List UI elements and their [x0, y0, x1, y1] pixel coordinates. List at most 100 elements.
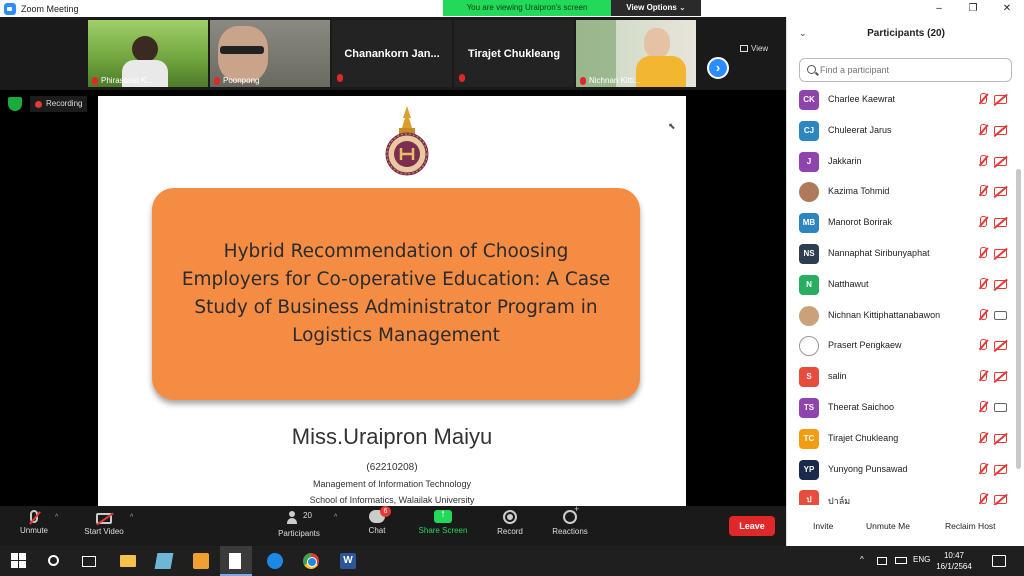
mic-muted-icon [978, 370, 988, 383]
document-app-icon[interactable] [229, 553, 241, 569]
close-button[interactable]: ✕ [990, 0, 1024, 17]
participant-row[interactable]: CJ Chuleerat Jarus [787, 116, 1013, 146]
invite-button[interactable]: Invite [807, 518, 839, 534]
panel-title: Participants (20) [867, 28, 945, 39]
chrome-browser-icon[interactable] [303, 553, 319, 569]
participant-name: Jakkarin [828, 155, 862, 166]
start-menu-icon[interactable] [11, 553, 27, 569]
video-tile[interactable]: Nichnan Kitti... [576, 20, 696, 87]
participant-name: Manorot Borirak [828, 217, 893, 228]
participants-options-caret[interactable]: ^ [334, 514, 337, 521]
cloud-icon[interactable] [877, 557, 887, 565]
chat-badge: 6 [380, 506, 391, 517]
avatar: CK [799, 90, 819, 110]
avatar [799, 305, 819, 326]
video-on-icon [994, 403, 1007, 412]
participant-row[interactable]: Kazima Tohmid [787, 177, 1013, 207]
avatar: S [799, 367, 819, 388]
participants-button[interactable]: 20 Participants [272, 510, 326, 538]
video-tile[interactable]: Phirasoost K... [88, 20, 208, 87]
video-off-icon [994, 249, 1007, 258]
video-off-icon [994, 372, 1007, 382]
notification-icon[interactable] [992, 555, 1006, 567]
panel-scrollbar[interactable] [1016, 169, 1021, 469]
media-player-icon[interactable] [193, 553, 209, 569]
viewing-message: You are viewing Uraipron's screen [443, 0, 611, 16]
leave-button[interactable]: Leave [729, 516, 775, 536]
recording-indicator[interactable]: Recording [30, 96, 88, 112]
mic-muted-icon [978, 339, 988, 352]
participant-name: Kazima Tohmid [828, 186, 890, 197]
avatar: CJ [799, 120, 819, 141]
edge-browser-icon[interactable] [267, 553, 283, 569]
university-seal-icon [385, 106, 429, 176]
video-tile[interactable]: Tirajet Chukleang [454, 20, 574, 87]
participant-row[interactable]: NS Nannaphat Siribunyaphat [787, 239, 1013, 269]
word-app-icon[interactable]: W [340, 553, 356, 569]
tray-expand-icon[interactable]: ^ [860, 555, 864, 564]
glasses [220, 46, 264, 54]
video-tile[interactable]: Chanankorn Jan... [332, 20, 452, 87]
video-off-icon [994, 125, 1007, 135]
search-input[interactable] [820, 62, 1005, 78]
video-tile[interactable]: Poonpong [210, 20, 330, 87]
participant-row[interactable]: YP Yunyong Punsawad [787, 455, 1013, 485]
chat-icon: 6 [369, 506, 391, 523]
shared-screen-slide: ⬉ Hybrid Recommendation of Choosing Empl… [98, 96, 686, 506]
view-button[interactable]: View [740, 44, 768, 53]
unmute-me-button[interactable]: Unmute Me [860, 518, 916, 534]
start-video-button[interactable]: Start Video [78, 510, 130, 536]
system-clock[interactable]: 10:47 16/1/2564 [934, 550, 974, 572]
video-off-icon [994, 279, 1007, 289]
reactions-button[interactable]: Reactions [548, 504, 592, 536]
video-off-icon [994, 341, 1007, 351]
battery-icon[interactable] [895, 557, 907, 564]
video-off-icon [994, 495, 1007, 505]
video-off-icon [994, 156, 1007, 166]
maximize-button[interactable]: ❐ [956, 0, 990, 17]
video-strip: Phirasoost K... Poonpong Chanankorn Jan.… [0, 17, 786, 90]
video-options-caret[interactable]: ^ [130, 514, 133, 521]
mic-muted-icon [459, 74, 465, 82]
participant-search[interactable] [799, 58, 1012, 82]
participant-row[interactable]: TC Tirajet Chukleang [787, 424, 1013, 454]
status-row: Recording [0, 95, 100, 113]
search-icon[interactable] [48, 555, 59, 566]
file-explorer-icon[interactable] [120, 555, 136, 567]
task-view-icon[interactable] [82, 556, 96, 567]
participant-name: Theerat Saichoo [828, 402, 895, 412]
mic-muted-icon [92, 76, 98, 85]
next-page-button[interactable]: › [707, 57, 729, 79]
record-button[interactable]: Record [492, 510, 528, 536]
student-id: (62210208) [366, 462, 418, 473]
participant-face [644, 28, 670, 58]
participants-panel: ⌄ Participants (20) CKCharlee KaewratCJC… [786, 17, 1024, 546]
participant-body [636, 56, 686, 87]
participant-row[interactable]: Nichnan Kittiphattanabawon [787, 301, 1013, 331]
language-indicator[interactable]: ENG [913, 555, 930, 564]
participant-row[interactable]: Prasert Pengkaew [787, 331, 1013, 361]
mic-muted-icon [978, 216, 988, 229]
mouse-cursor-icon: ⬉ [668, 121, 676, 131]
record-dot-icon [35, 100, 42, 108]
minimize-button[interactable]: – [922, 0, 956, 17]
unmute-button[interactable]: Unmute [14, 510, 54, 535]
share-screen-button[interactable]: Share Screen [414, 508, 472, 535]
participant-row[interactable]: CK Charlee Kaewrat [787, 85, 1013, 115]
participant-row[interactable]: TS Theerat Saichoo [787, 393, 1013, 423]
audio-options-caret[interactable]: ^ [55, 514, 58, 521]
reclaim-host-button[interactable]: Reclaim Host [939, 518, 1002, 534]
view-options-button[interactable]: View Options ⌄ [611, 0, 701, 16]
participant-row[interactable]: N Natthawut [787, 270, 1013, 300]
participant-row[interactable]: Ssalin [787, 362, 1013, 392]
participant-name: Nichnan Kittiphattanabawon [828, 309, 941, 320]
chat-button[interactable]: 6 Chat [362, 506, 392, 535]
participant-row[interactable]: J Jakkarin [787, 147, 1013, 177]
notes-app-icon[interactable] [154, 553, 174, 569]
mic-muted-icon [978, 431, 988, 445]
shield-icon[interactable] [8, 97, 22, 111]
participant-name: ปาล์ม [828, 496, 851, 505]
participant-row[interactable]: MB Manorot Borirak [787, 208, 1013, 238]
video-off-icon [994, 218, 1007, 228]
participant-row[interactable]: ป ปาล์ม [787, 485, 1013, 505]
